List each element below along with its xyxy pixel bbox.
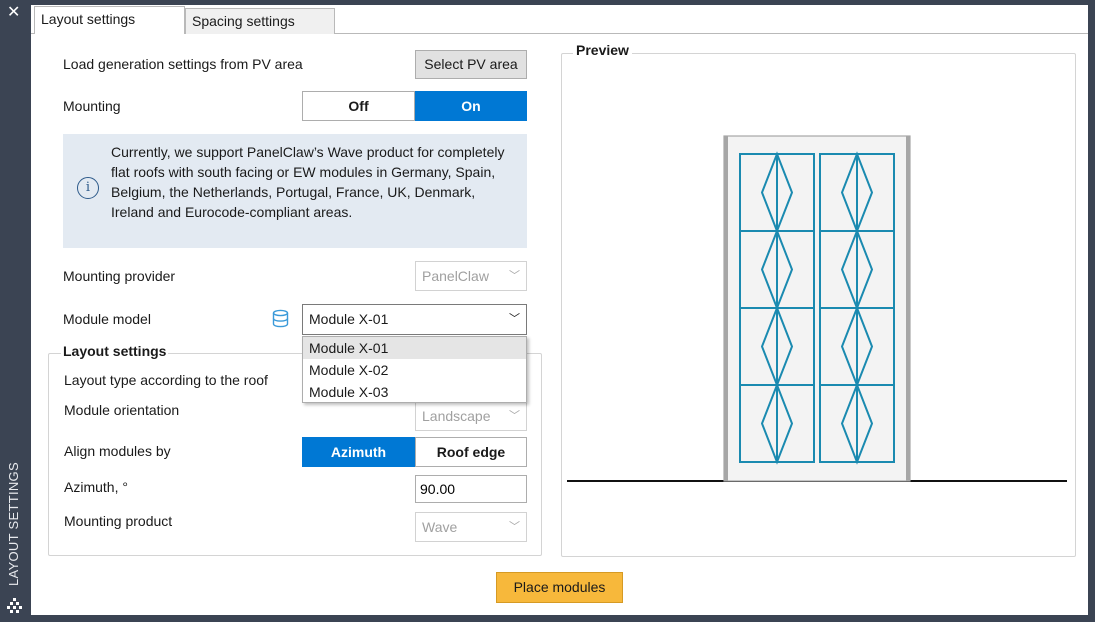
azimuth-input[interactable]	[415, 475, 527, 503]
sidebar: ✕ LAYOUT SETTINGS	[0, 0, 31, 622]
chevron-down-icon: ﹀	[509, 521, 520, 533]
roof-edge-right	[906, 136, 910, 481]
chevron-down-icon: ﹀	[509, 410, 520, 422]
module-option[interactable]: Module X-01	[303, 337, 526, 359]
mounting-provider-value: PanelClaw	[422, 268, 489, 284]
load-settings-label: Load generation settings from PV area	[63, 56, 303, 72]
mounting-provider-label: Mounting provider	[63, 268, 176, 284]
mounting-product-label: Mounting product	[64, 513, 173, 529]
module-orientation-select: Landscape ﹀	[415, 401, 527, 431]
info-icon: i	[77, 177, 99, 199]
preview-canvas	[567, 135, 1067, 482]
close-icon[interactable]: ✕	[7, 2, 20, 21]
settings-panel: Layout settings Spacing settings Load ge…	[31, 5, 1088, 615]
mounting-provider-select: PanelClaw ﹀	[415, 261, 527, 291]
mounting-off-toggle[interactable]: Off	[302, 91, 415, 121]
chevron-down-icon: ﹀	[509, 270, 520, 282]
module-option[interactable]: Module X-02	[303, 359, 526, 381]
mounting-product-select: Wave ﹀	[415, 512, 527, 542]
place-modules-button[interactable]: Place modules	[496, 572, 623, 603]
info-banner: i Currently, we support PanelClaw’s Wave…	[63, 134, 527, 248]
database-icon[interactable]	[271, 309, 290, 328]
roof-edge-left	[724, 136, 728, 481]
align-roof-edge-toggle[interactable]: Roof edge	[415, 437, 527, 467]
module-model-dropdown: Module X-01 Module X-02 Module X-03	[302, 336, 527, 403]
module-option[interactable]: Module X-03	[303, 381, 526, 403]
layout-settings-title: Layout settings	[61, 343, 169, 359]
module-model-value: Module X-01	[309, 311, 389, 327]
module-orientation-value: Landscape	[422, 408, 491, 424]
mounting-label: Mounting	[63, 98, 121, 114]
module-model-select[interactable]: Module X-01 ﹀	[302, 304, 527, 335]
module-orientation-label: Module orientation	[64, 402, 180, 418]
grip-icon[interactable]	[7, 598, 23, 614]
sidebar-title: LAYOUT SETTINGS	[6, 462, 21, 586]
mounting-on-toggle[interactable]: On	[415, 91, 527, 121]
mounting-product-value: Wave	[422, 519, 458, 535]
chevron-down-icon: ﹀	[509, 313, 520, 325]
align-azimuth-toggle[interactable]: Azimuth	[302, 437, 415, 467]
layout-type-label: Layout type according to the roof	[64, 372, 268, 388]
tab-layout-settings[interactable]: Layout settings	[34, 6, 185, 34]
azimuth-label: Azimuth, °	[64, 479, 128, 495]
select-pv-area-button[interactable]: Select PV area	[415, 50, 527, 79]
info-text: Currently, we support PanelClaw’s Wave p…	[111, 144, 505, 220]
module-model-label: Module model	[63, 311, 151, 327]
tab-spacing-settings[interactable]: Spacing settings	[185, 8, 335, 34]
align-modules-label: Align modules by	[64, 443, 171, 459]
